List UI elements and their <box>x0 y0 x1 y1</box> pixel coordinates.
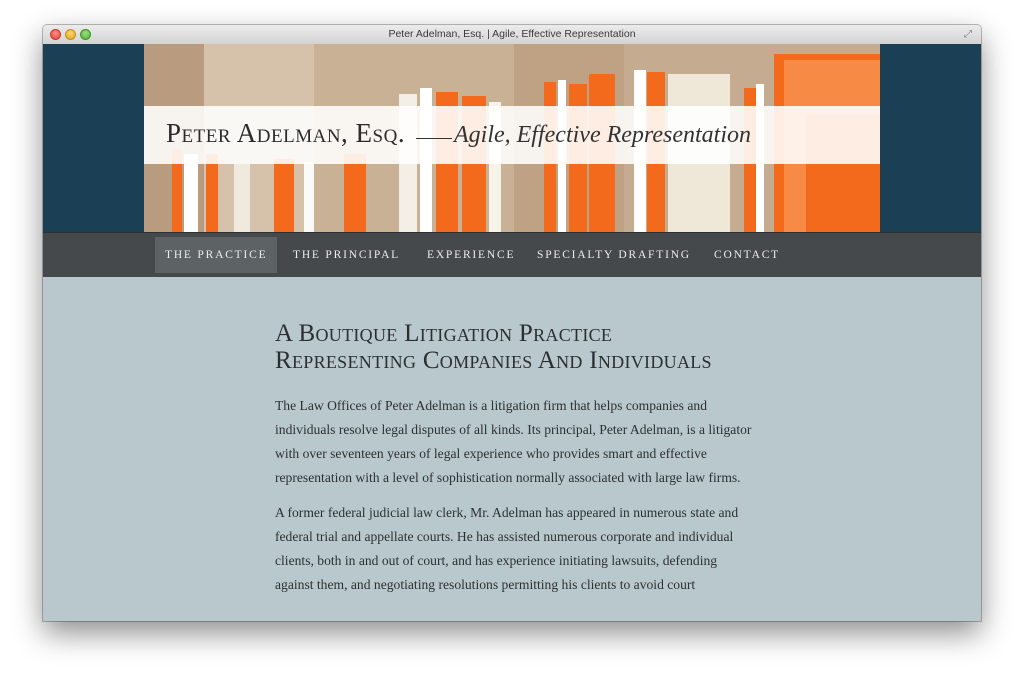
nav-item-the-practice[interactable]: The Practice <box>155 237 278 273</box>
tagline-dash <box>416 138 452 139</box>
banner-title-strip: Peter Adelman, Esq. Agile, Effective Rep… <box>144 106 880 164</box>
window-titlebar[interactable]: Peter Adelman, Esq. | Agile, Effective R… <box>43 25 981 45</box>
site-header: Peter Adelman, Esq. Agile, Effective Rep… <box>43 44 981 232</box>
browser-window: Peter Adelman, Esq. | Agile, Effective R… <box>43 25 981 621</box>
page-title: A Boutique Litigation Practice Represent… <box>275 320 712 374</box>
nav-item-experience[interactable]: Experience <box>417 237 525 273</box>
site-tagline: Agile, Effective Representation <box>454 122 751 148</box>
experience-paragraph: A former federal judicial law clerk, Mr.… <box>275 505 739 592</box>
site-name[interactable]: Peter Adelman, Esq. <box>166 118 405 149</box>
header-banner-image: Peter Adelman, Esq. Agile, Effective Rep… <box>144 44 880 232</box>
nav-item-contact[interactable]: Contact <box>704 237 790 273</box>
intro-paragraph: The Law Offices of Peter Adelman is a li… <box>275 398 752 485</box>
nav-item-specialty-drafting[interactable]: Specialty Drafting <box>527 237 701 273</box>
window-title: Peter Adelman, Esq. | Agile, Effective R… <box>388 28 636 40</box>
fullscreen-icon[interactable]: ⤢ <box>964 29 975 40</box>
main-navigation: The Practice The Principal Experience Sp… <box>43 232 981 277</box>
nav-item-the-principal[interactable]: The Principal <box>283 237 410 273</box>
main-content: A Boutique Litigation Practice Represent… <box>275 320 755 608</box>
